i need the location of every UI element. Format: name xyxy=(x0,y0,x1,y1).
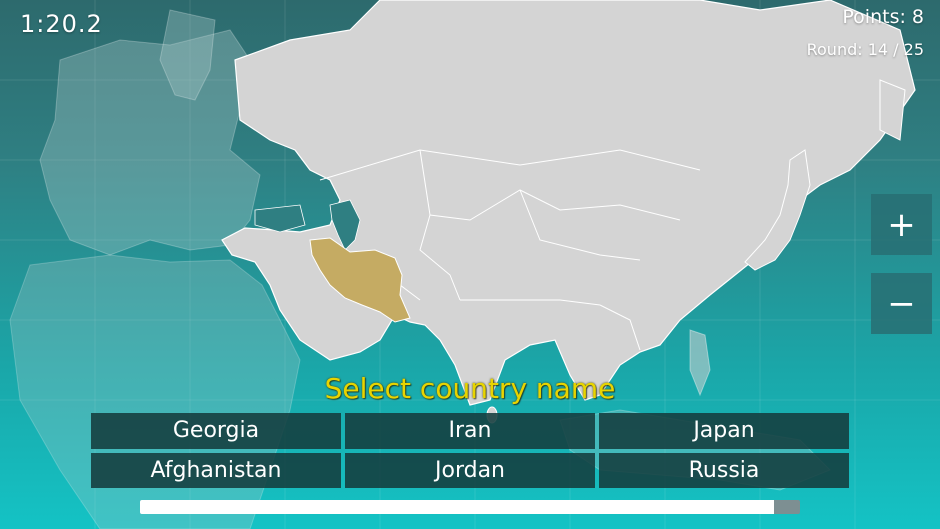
zoom-in-button[interactable]: + xyxy=(871,194,932,255)
answer-grid: Georgia Iran Japan Afghanistan Jordan Ru… xyxy=(91,413,849,488)
time-progress-fill xyxy=(140,500,774,514)
round-counter: Round: 14 / 25 xyxy=(806,40,924,59)
game-screen: 1:20.2 Points: 8 Round: 14 / 25 + − Sele… xyxy=(0,0,940,529)
europe-landmass xyxy=(39,29,261,256)
time-progress-bar xyxy=(140,500,800,514)
answer-button-georgia[interactable]: Georgia xyxy=(91,413,341,449)
plus-icon: + xyxy=(887,204,916,245)
question-prompt: Select country name xyxy=(324,372,616,405)
answer-button-japan[interactable]: Japan xyxy=(599,413,849,449)
zoom-out-button[interactable]: − xyxy=(871,273,932,334)
answer-button-iran[interactable]: Iran xyxy=(345,413,595,449)
asia-landmass xyxy=(221,0,916,406)
answer-button-russia[interactable]: Russia xyxy=(599,452,849,488)
answer-button-jordan[interactable]: Jordan xyxy=(345,452,595,488)
kamchatka-landmass xyxy=(879,79,906,141)
black-sea xyxy=(254,204,306,233)
timer: 1:20.2 xyxy=(20,10,103,38)
answer-button-afghanistan[interactable]: Afghanistan xyxy=(91,452,341,488)
minus-icon: − xyxy=(887,283,916,324)
points-counter: Points: 8 xyxy=(842,6,924,28)
